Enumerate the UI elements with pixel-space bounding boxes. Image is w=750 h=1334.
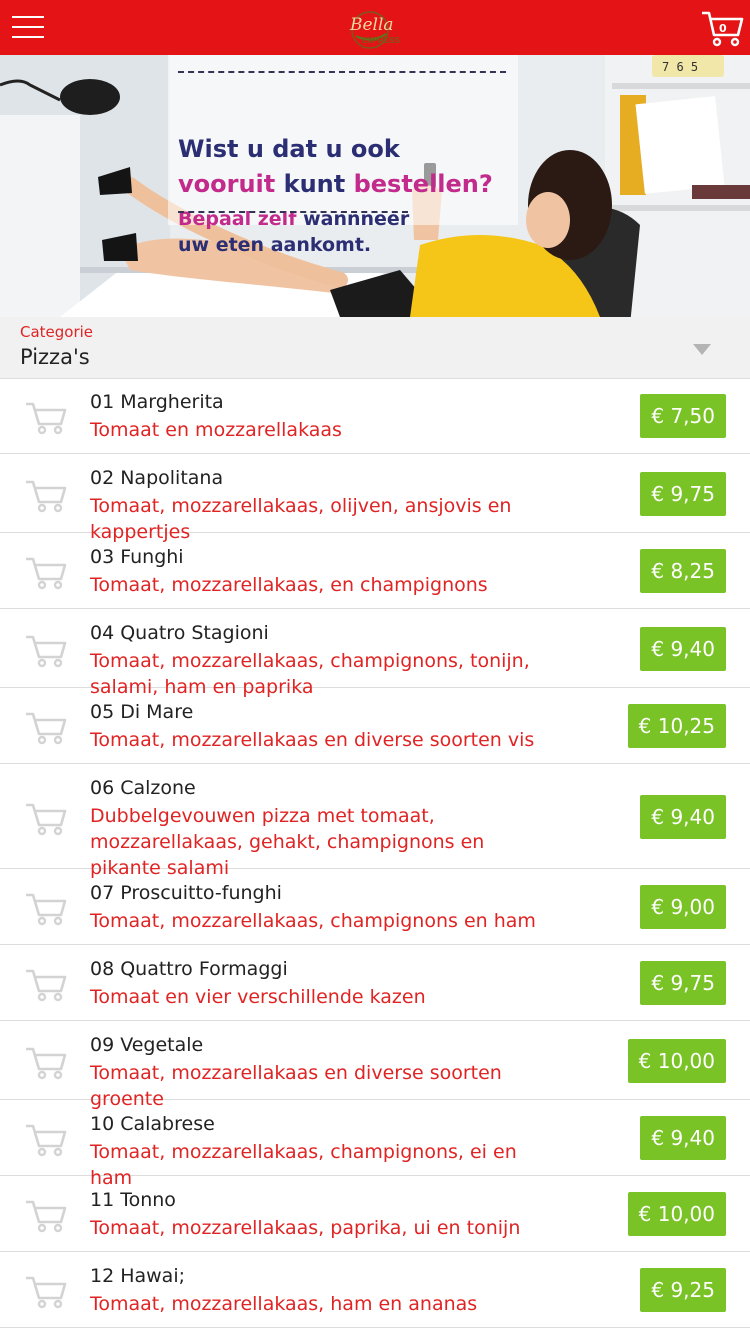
menu-item-name: 06 Calzone [90, 777, 196, 799]
promo-banner[interactable]: 7 6 5 Wist u dat u ook vooruit kunt best… [0, 55, 750, 317]
menu-item-description: Tomaat en vier verschillende kazen [90, 986, 426, 1008]
hamburger-menu-icon[interactable] [12, 14, 44, 40]
logo-text: Bella [349, 15, 394, 35]
menu-item-name: 01 Margherita [90, 391, 224, 413]
menu-item-name: 03 Funghi [90, 546, 184, 568]
menu-item[interactable]: 10 Calabrese Tomaat, mozzarellakaas, cham… [0, 1100, 750, 1189]
menu-item[interactable]: 02 Napolitana Tomaat, mozzarellakaas, oli… [0, 454, 750, 543]
menu-item-name: 09 Vegetale [90, 1034, 204, 1056]
add-to-cart-icon[interactable] [22, 1270, 70, 1310]
menu-item[interactable]: 01 Margherita Tomaat en mozzarellakaas € 7… [0, 378, 750, 454]
menu-item-name: 11 Tonno [90, 1189, 176, 1211]
menu-item-description: Tomaat en mozzarellakaas [90, 419, 342, 441]
price-button[interactable]: € 10,00 [627, 1192, 726, 1236]
add-to-cart-icon[interactable] [22, 1118, 70, 1158]
menu-item[interactable]: 08 Quattro Formaggi Tomaat en vier versch… [0, 945, 750, 1021]
header-cart-button[interactable]: 0 [700, 8, 746, 48]
price-button[interactable]: € 9,40 [640, 627, 726, 671]
menu-item[interactable]: 07 Proscuitto-funghi Tomaat, mozzarellaka… [0, 869, 750, 945]
price-button[interactable]: € 10,25 [627, 704, 726, 748]
category-select[interactable]: Categorie Pizza's [0, 317, 750, 379]
category-value: Pizza's [20, 345, 90, 369]
banner-line2-a: vooruit [178, 170, 276, 198]
add-to-cart-icon[interactable] [22, 396, 70, 436]
add-to-cart-icon[interactable] [22, 474, 70, 514]
banner-line1: Wist u dat u ook [178, 135, 400, 163]
banner-line2: vooruit kunt bestellen? [178, 170, 493, 198]
price-button[interactable]: € 9,75 [640, 472, 726, 516]
price-button[interactable]: € 9,25 [640, 1268, 726, 1312]
menu-item-description: Tomaat, mozzarellakaas, en champignons [90, 574, 488, 596]
add-to-cart-icon[interactable] [22, 963, 70, 1003]
app-header: Bella EXPRESS 0 [0, 0, 750, 55]
menu-item-description: Tomaat, mozzarellakaas, paprika, ui en t… [90, 1217, 521, 1239]
price-button[interactable]: € 9,40 [640, 795, 726, 839]
menu-item[interactable]: 11 Tonno Tomaat, mozzarellakaas, paprika,… [0, 1176, 750, 1252]
menu-item-name: 07 Proscuitto-funghi [90, 882, 282, 904]
dropdown-arrow-icon[interactable] [693, 344, 711, 355]
menu-item-description: Tomaat, mozzarellakaas, ham en ananas [90, 1293, 478, 1315]
add-to-cart-icon[interactable] [22, 797, 70, 837]
price-button[interactable]: € 10,00 [627, 1039, 726, 1083]
banner-line4: uw eten aankomt. [178, 234, 372, 256]
banner-divider-bottom [178, 211, 408, 213]
clock-text: 7 6 5 [662, 60, 698, 74]
menu-item-name: 02 Napolitana [90, 467, 224, 489]
menu-item[interactable]: 04 Quatro Stagioni Tomaat, mozzarellakaas… [0, 609, 750, 698]
menu-item-name: 04 Quatro Stagioni [90, 622, 269, 644]
price-button[interactable]: € 7,50 [640, 394, 726, 438]
price-button[interactable]: € 9,75 [640, 961, 726, 1005]
menu-item[interactable]: 09 Vegetale Tomaat, mozzarellakaas en div… [0, 1021, 750, 1110]
menu-item-name: 08 Quattro Formaggi [90, 958, 288, 980]
menu-item-description: Tomaat, mozzarellakaas en diverse soorte… [90, 729, 535, 751]
add-to-cart-icon[interactable] [22, 629, 70, 669]
menu-item-description: Tomaat, mozzarellakaas, champignons en h… [90, 910, 536, 932]
menu-item-name: 12 Hawai; [90, 1265, 186, 1287]
menu-item-name: 05 Di Mare [90, 701, 194, 723]
menu-item-name: 10 Calabrese [90, 1113, 215, 1135]
menu-item[interactable]: 06 Calzone Dubbelgevouwen pizza met tomaa… [0, 764, 750, 879]
banner-line2-c: bestellen? [353, 170, 493, 198]
add-to-cart-icon[interactable] [22, 551, 70, 591]
add-to-cart-icon[interactable] [22, 706, 70, 746]
menu-item[interactable]: 05 Di Mare Tomaat, mozzarellakaas en dive… [0, 688, 750, 764]
price-button[interactable]: € 9,00 [640, 885, 726, 929]
banner-divider-top [178, 71, 506, 73]
add-to-cart-icon[interactable] [22, 1041, 70, 1081]
shopping-cart-icon: 0 [702, 11, 744, 47]
add-to-cart-icon[interactable] [22, 1194, 70, 1234]
cart-count: 0 [719, 22, 727, 35]
price-button[interactable]: € 9,40 [640, 1116, 726, 1160]
add-to-cart-icon[interactable] [22, 887, 70, 927]
logo-subtext: EXPRESS [362, 36, 400, 45]
menu-item[interactable]: 12 Hawai; Tomaat, mozzarellakaas, ham en … [0, 1252, 750, 1328]
logo[interactable]: Bella EXPRESS [340, 6, 412, 50]
menu-item[interactable]: 03 Funghi Tomaat, mozzarellakaas, en cham… [0, 533, 750, 609]
banner-line2-b: kunt [283, 170, 346, 198]
price-button[interactable]: € 8,25 [640, 549, 726, 593]
menu-item-list: 01 Margherita Tomaat en mozzarellakaas € 7… [0, 378, 750, 1328]
category-label: Categorie [20, 323, 94, 341]
